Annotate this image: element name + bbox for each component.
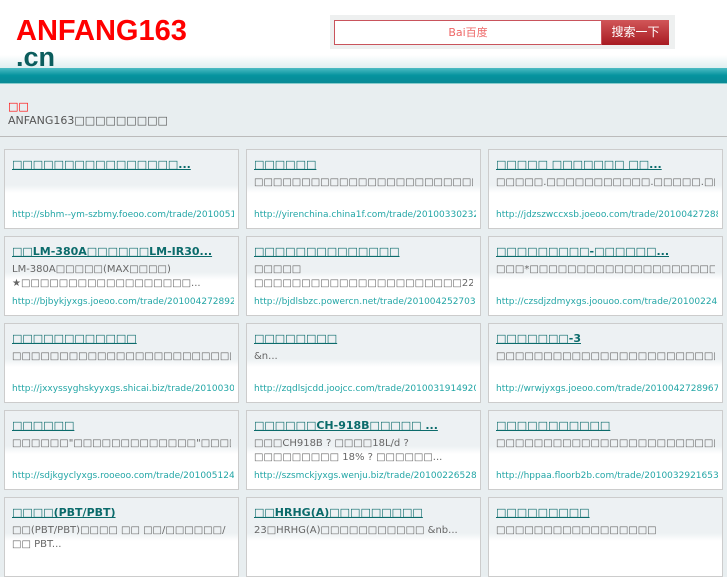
baidu-logo-icon: Bai百度: [448, 26, 488, 39]
card-url-link[interactable]: http://bjdlsbzc.powercn.net/trade/201004…: [254, 297, 476, 307]
site-logo[interactable]: ANFANG163 .cn: [16, 15, 187, 72]
card-description: □□□□□ □□□□□□□□□□□□□□□□□□□□□□220T/H□410T/…: [254, 264, 473, 289]
card-description: □□□□□□□□□□□□□□□□□□□□□□□□□□□□□□□□□□□□□□□.…: [254, 177, 473, 188]
card-url-link[interactable]: http://sbhm--ym-szbmy.foeoo.com/trade/20…: [12, 210, 234, 220]
card-description: □□□*□□□□□□□□□□□□□□□□□□□□□□□100□□□□□*□...: [496, 264, 715, 275]
card-title-link[interactable]: □□□□□□□□: [254, 332, 473, 348]
result-card: □□□□□□□□ &n... http://zqdlsjcdd.joojcc.c…: [246, 323, 481, 403]
result-card: □□□□□□ □□□□□□□□□□□□□□□□□□□□□□□□□□□□□□□□□…: [246, 149, 481, 229]
card-url-link[interactable]: http://zqdlsjcdd.joojcc.com/trade/201003…: [254, 384, 476, 394]
info-label: □□: [8, 100, 29, 113]
card-description: □□□CH918B ? □□□□18L/d ? □□□□□□□□□ 18% ? …: [254, 438, 443, 463]
card-title-link[interactable]: □□□□□□□□□: [496, 506, 715, 522]
card-title-link[interactable]: □□□□□□□□□□□□□□: [254, 245, 473, 261]
card-url-link[interactable]: http://wrwjyxgs.joeoo.com/trade/20100427…: [496, 384, 718, 394]
logo-line2: .cn: [16, 42, 56, 72]
card-description: 23□HRHG(A)□□□□□□□□□□□ &nb...: [254, 525, 458, 536]
card-url-link[interactable]: http://jxxyssyghskyyxgs.shicai.biz/trade…: [12, 384, 234, 394]
card-title-link[interactable]: □□□□□□CH-918B□□□□□ ...: [254, 419, 473, 435]
result-card: □□□□□□□□□ □□□□□□□□□□□□□□□□□: [488, 497, 723, 577]
card-title-link[interactable]: □□□□□□: [12, 419, 231, 435]
card-title-link[interactable]: □□HRHG(A)□□□□□□□□□: [254, 506, 473, 522]
card-description: &n...: [254, 351, 278, 362]
card-title-link[interactable]: □□□□□□□□□□□□: [12, 332, 231, 348]
search-input[interactable]: Bai百度: [334, 20, 602, 45]
card-description: □□□□□□□□□□□□□□□□□: [496, 525, 657, 536]
card-title-link[interactable]: □□□□(PBT/PBT): [12, 506, 231, 522]
card-title-link[interactable]: □□□□□□□□□-□□□□□□...: [496, 245, 715, 261]
result-card: □□LM-380A□□□□□□LM-IR30... LM-380A□□□□□(M…: [4, 236, 239, 316]
result-card: □□□□□□□□□□□□□□□□... http://sbhm--ym-szbm…: [4, 149, 239, 229]
card-description: □□□□□.□□□□□□□□□□□.□□□□□.□□□□.□□□□□.□□...: [496, 177, 715, 188]
result-card: □□□□□□□□□□□□ □□□□□□□□□□□□□□□□□□□□□□□□□□□…: [4, 323, 239, 403]
logo-line1: ANFANG163: [16, 15, 187, 47]
card-url-link[interactable]: http://sdjkgyclyxgs.rooeoo.com/trade/201…: [12, 471, 234, 481]
card-description: □□□□□□"□□□□□□□□□□□□□"□□□□□□□□□□□□□□...: [12, 438, 231, 449]
card-url-link[interactable]: http://czsdjzdmyxgs.joouoo.com/trade/201…: [496, 297, 718, 307]
search-button[interactable]: 搜索一下: [602, 20, 669, 45]
info-description: ANFANG163□□□□□□□□□: [8, 114, 168, 127]
card-description: LM-380A□□□□□(MAX□□□□) ★□□□□□□□□□□□□□□□□□…: [12, 264, 201, 289]
result-card: □□HRHG(A)□□□□□□□□□ 23□HRHG(A)□□□□□□□□□□□…: [246, 497, 481, 577]
card-title-link[interactable]: □□□□□ □□□□□□□ □□...: [496, 158, 715, 174]
result-card: □□□□□□CH-918B□□□□□ ... □□□CH918B ? □□□□1…: [246, 410, 481, 490]
card-title-link[interactable]: □□□□□□□-3: [496, 332, 715, 348]
result-card: □□□□□□□□□-□□□□□□... □□□*□□□□□□□□□□□□□□□□…: [488, 236, 723, 316]
card-title-link[interactable]: □□□□□□: [254, 158, 473, 174]
card-url-link[interactable]: http://yirenchina.china1f.com/trade/2010…: [254, 210, 476, 220]
result-card: □□□□□ □□□□□□□ □□... □□□□□.□□□□□□□□□□□.□□…: [488, 149, 723, 229]
site-info: □□ ANFANG163□□□□□□□□□: [8, 100, 168, 128]
divider: [0, 136, 727, 137]
card-url-link[interactable]: http://jdzszwccxsb.joeoo.com/trade/20100…: [496, 210, 718, 220]
result-card: □□□□□□ □□□□□□"□□□□□□□□□□□□□"□□□□□□□□□□□□…: [4, 410, 239, 490]
header: ANFANG163 .cn Bai百度 搜索一下: [0, 0, 727, 72]
card-url-link[interactable]: http://szsmckjyxgs.wenju.biz/trade/20100…: [254, 471, 476, 481]
card-url-link[interactable]: http://hppaa.floorb2b.com/trade/20100329…: [496, 471, 718, 481]
result-card: □□□□□□□□□□□□□□ □□□□□ □□□□□□□□□□□□□□□□□□□…: [246, 236, 481, 316]
card-title-link[interactable]: □□□□□□□□□□□□□□□□...: [12, 158, 231, 174]
card-description: □□□□□□□□□□□□□□□□□□□□□□□□□□□□□□□□□□□□□□□.…: [12, 351, 231, 362]
card-description: □□□□□□□□□□□□□□□□□□□□□□□□□□□□□□□□□□□900*1…: [496, 438, 715, 449]
card-title-link[interactable]: □□LM-380A□□□□□□LM-IR30...: [12, 245, 231, 261]
result-card: □□□□□□□-3 □□□□□□□□□□□□□□□□□□□□□□□□□□□□□□…: [488, 323, 723, 403]
nav-band: [0, 68, 727, 84]
card-title-link[interactable]: □□□□□□□□□□□: [496, 419, 715, 435]
card-description: □□(PBT/PBT)□□□□ □□ □□/□□□□□□/□□ PBT...: [12, 525, 226, 550]
card-url-link[interactable]: http://bjbykjyxgs.joeoo.com/trade/201004…: [12, 297, 234, 307]
result-card: □□□□□□□□□□□ □□□□□□□□□□□□□□□□□□□□□□□□□□□□…: [488, 410, 723, 490]
card-description: [12, 176, 231, 206]
result-card: □□□□(PBT/PBT) □□(PBT/PBT)□□□□ □□ □□/□□□□…: [4, 497, 239, 577]
card-description: □□□□□□□□□□□□□□□□□□□□□□□□□□□□□□□□□□□□□□□.…: [496, 351, 715, 362]
